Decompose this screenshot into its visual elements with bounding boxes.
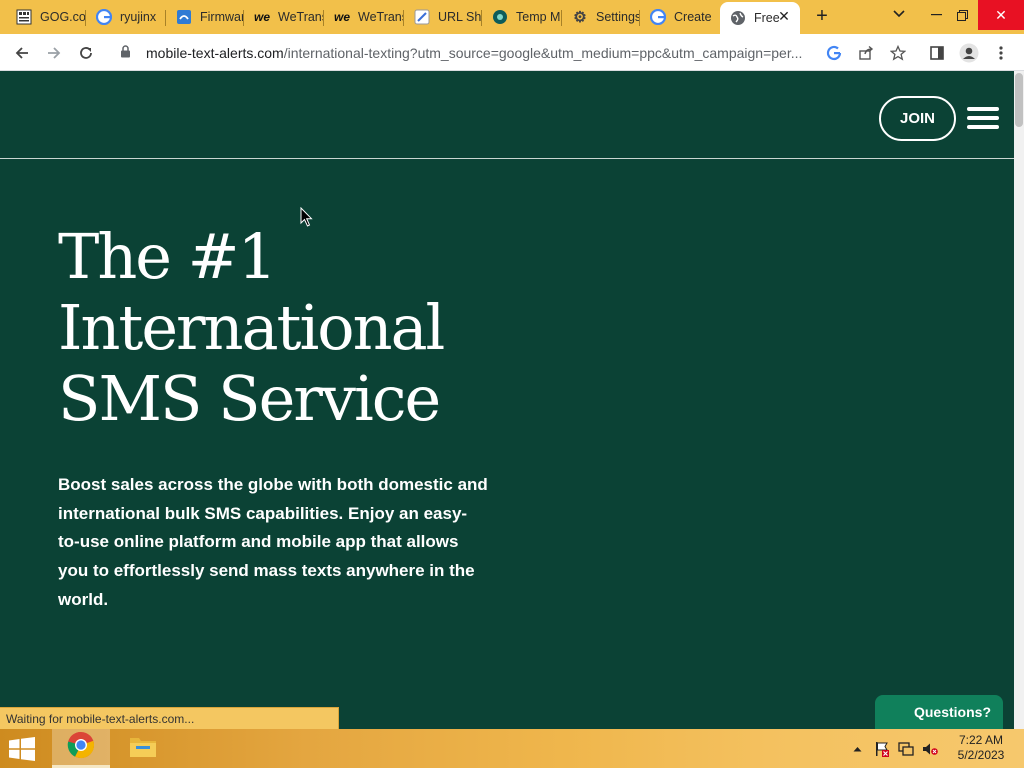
taskbar-file-explorer[interactable] — [114, 729, 172, 768]
network-icon[interactable] — [897, 740, 915, 758]
window-close-button[interactable]: ✕ — [978, 0, 1024, 30]
loading-status-bar: Waiting for mobile-text-alerts.com... — [0, 707, 339, 729]
share-icon[interactable] — [855, 42, 877, 64]
tab-search-chevron-icon[interactable] — [888, 7, 910, 29]
restore-button[interactable] — [942, 0, 982, 30]
forward-button[interactable] — [41, 40, 67, 66]
tab-url-shortener[interactable]: URL Shortener — [404, 2, 482, 32]
hamburger-menu-icon[interactable] — [967, 107, 999, 129]
google-icon — [650, 9, 666, 25]
address-path: /international-texting?utm_source=google… — [283, 44, 803, 61]
hero-title: The #1 International SMS Service — [58, 221, 518, 434]
address-host: mobile-text-alerts.com — [146, 44, 284, 61]
hero-description: Boost sales across the globe with both d… — [58, 475, 488, 609]
google-icon — [96, 9, 112, 25]
tab-label: URL Shortener — [438, 10, 482, 24]
new-tab-button[interactable]: + — [810, 5, 834, 29]
url-shortener-icon — [414, 9, 430, 25]
chrome-icon — [67, 731, 95, 764]
tab-wetransfer-2[interactable]: we WeTransfer — [324, 2, 404, 32]
profile-avatar-icon[interactable] — [958, 42, 980, 64]
taskbar-clock[interactable]: 7:22 AM 5/2/2023 — [950, 733, 1012, 763]
page-scrollbar[interactable] — [1014, 71, 1024, 729]
windows-taskbar: 7:22 AM 5/2/2023 — [0, 729, 1024, 768]
page-viewport: JOIN The #1 International SMS Service Bo… — [0, 71, 1024, 729]
mouse-cursor-icon — [300, 206, 314, 227]
tab-temp-mail[interactable]: Temp Mail — [482, 2, 562, 32]
google-translate-icon[interactable] — [823, 42, 845, 64]
clock-time: 7:22 AM — [958, 733, 1004, 747]
tab-label: WeTransfer — [358, 10, 404, 24]
bookmark-star-icon[interactable] — [887, 42, 909, 64]
wetransfer-icon: we — [254, 10, 271, 24]
wetransfer-icon: we — [334, 10, 351, 24]
side-panel-icon[interactable] — [926, 42, 948, 64]
gog-icon — [16, 9, 32, 25]
tab-label: Firmware — [200, 10, 244, 24]
taskbar-chrome[interactable] — [52, 729, 110, 768]
hero-title-line: International — [58, 291, 445, 364]
hero-title-line: The #1 — [58, 220, 277, 293]
tab-label: Settings — [596, 10, 640, 24]
questions-chat-button[interactable]: Questions? — [875, 695, 1003, 729]
scrollbar-thumb[interactable] — [1015, 73, 1023, 127]
lock-icon[interactable] — [120, 44, 134, 61]
tab-gog[interactable]: GOG.com — [6, 2, 86, 32]
tab-label: Temp Mail — [516, 10, 562, 24]
temp-mail-icon — [492, 9, 508, 25]
browser-toolbar: mobile-text-alerts.com/international-tex… — [0, 34, 1024, 71]
tab-firmware[interactable]: Firmware — [166, 2, 244, 32]
tab-label: WeTransfer — [278, 10, 324, 24]
reload-button[interactable] — [73, 40, 99, 66]
address-bar[interactable]: mobile-text-alerts.com/international-tex… — [108, 38, 844, 67]
firmware-icon — [176, 9, 192, 25]
gear-icon: ⚙ — [573, 9, 587, 26]
file-explorer-icon — [128, 733, 158, 764]
tab-close-icon[interactable]: ✕ — [776, 8, 792, 25]
tab-label: GOG.com — [40, 10, 86, 24]
join-button[interactable]: JOIN — [879, 96, 956, 141]
tab-settings[interactable]: ⚙ Settings — [562, 2, 640, 32]
hero-title-line: SMS Service — [58, 362, 441, 435]
clock-date: 5/2/2023 — [957, 748, 1005, 762]
tray-overflow-chevron-icon[interactable] — [850, 740, 864, 758]
action-center-flag-icon[interactable] — [873, 740, 891, 758]
tab-ryujinx[interactable]: ryujinx — [86, 2, 166, 32]
browser-tab-strip: GOG.com ryujinx Firmware we WeTransfer w… — [0, 0, 1024, 34]
site-header: JOIN — [0, 71, 1014, 159]
tab-free-active[interactable]: Free ✕ — [720, 2, 800, 34]
tab-label: ryujinx — [120, 10, 157, 24]
tab-create[interactable]: Create — [640, 2, 718, 32]
globe-icon — [730, 10, 746, 26]
volume-muted-icon[interactable] — [921, 740, 939, 758]
tab-wetransfer-1[interactable]: we WeTransfer — [244, 2, 324, 32]
back-button[interactable] — [9, 40, 35, 66]
tab-label: Create — [674, 10, 712, 24]
windows-start-icon[interactable] — [8, 737, 38, 761]
browser-menu-icon[interactable] — [990, 42, 1012, 64]
